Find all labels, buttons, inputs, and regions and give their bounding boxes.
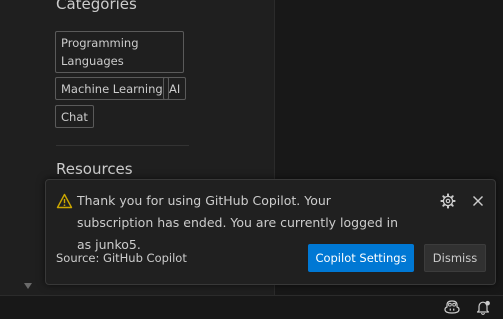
scroll-down-arrow-icon[interactable] <box>24 283 32 289</box>
category-tag-machine-learning[interactable]: Machine Learning <box>55 77 169 100</box>
copilot-settings-button[interactable]: Copilot Settings <box>308 244 414 272</box>
categories-heading: Categories <box>56 0 137 13</box>
dismiss-button[interactable]: Dismiss <box>424 244 486 272</box>
status-bar <box>0 295 503 319</box>
category-tag-programming-languages[interactable]: Programming Languages <box>55 31 184 73</box>
section-divider <box>56 145 189 146</box>
category-tag-ai[interactable]: AI <box>163 77 187 100</box>
close-icon[interactable] <box>471 194 485 208</box>
notification-source: Source: GitHub Copilot <box>56 251 187 265</box>
warning-icon <box>56 193 73 209</box>
bell-icon[interactable] <box>475 300 491 315</box>
category-tag-chat[interactable]: Chat <box>55 105 94 128</box>
gear-icon[interactable] <box>440 193 456 209</box>
copilot-icon[interactable] <box>444 300 460 314</box>
copilot-notification-toast: Thank you for using GitHub Copilot. Your… <box>45 179 496 285</box>
resources-heading: Resources <box>56 160 133 178</box>
